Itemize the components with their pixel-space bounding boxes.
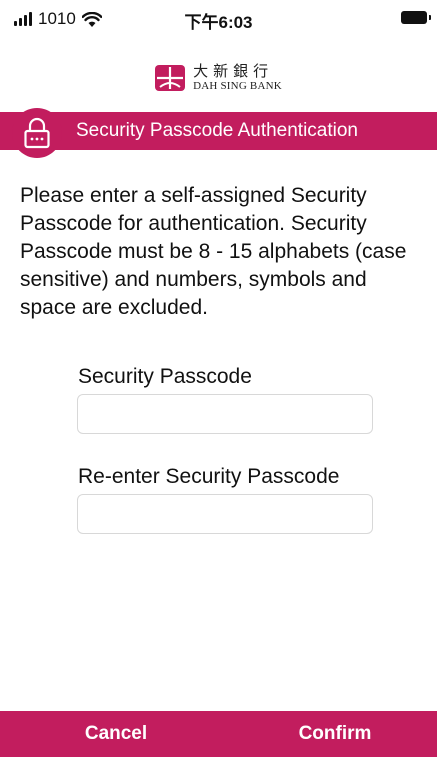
battery-icon [401,11,431,24]
reenter-passcode-label: Re-enter Security Passcode [78,465,340,488]
instructions-text: Please enter a self-assigned Security Pa… [20,184,407,319]
passcode-label: Security Passcode [78,365,252,388]
page-title: Security Passcode Authentication [76,120,359,141]
cancel-button[interactable]: Cancel [26,711,206,757]
bank-name-english: DAH SING BANK [193,80,282,92]
status-time: 下午6:03 [184,13,253,32]
bank-logo-icon [155,65,186,91]
bank-name-chinese: 大新銀行 [193,62,274,80]
confirm-button[interactable]: Confirm [245,711,425,757]
bank-logo-text: 大新銀行 DAH SING BANK [193,64,282,92]
reenter-passcode-input[interactable] [77,494,373,534]
bank-logo: 大新銀行 DAH SING BANK [0,64,437,92]
lock-icon [24,117,50,149]
passcode-input[interactable] [77,394,373,434]
status-bar: 1010 下午6:03 [0,0,437,36]
